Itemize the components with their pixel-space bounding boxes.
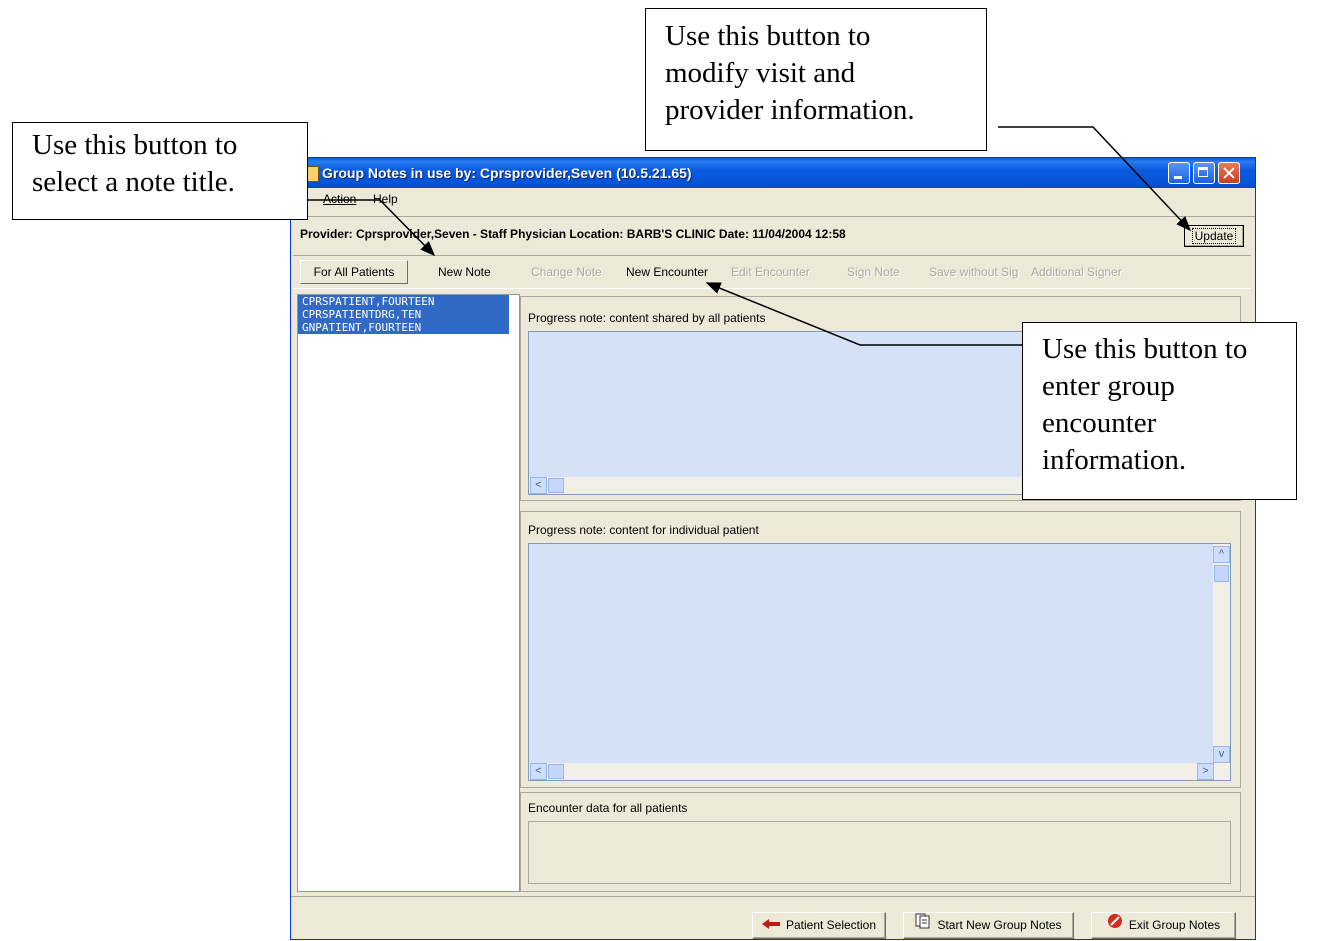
scroll-left-icon[interactable]: < [530,477,547,494]
callout-line: select a note title. [32,166,235,198]
change-note-button[interactable]: Change Note [531,265,602,279]
exit-group-notes-button[interactable]: Exit Group Notes [1091,912,1236,939]
callout-line: information. [1042,444,1187,476]
individual-note-editor[interactable]: ^ v < > [528,543,1231,781]
list-item[interactable]: CPRSPATIENTDRG,TEN [298,308,509,321]
callout-line: Use this button to [32,129,238,161]
patient-selection-button[interactable]: Patient Selection [752,912,886,939]
menu-help[interactable]: Help [373,192,398,206]
callout-line: modify visit and [665,57,856,89]
arrow-left-icon [761,913,780,938]
toolbar: For All Patients New Note Change Note Ne… [293,255,1251,289]
shared-note-label: Progress note: content shared by all pat… [528,311,766,325]
individual-note-label: Progress note: content for individual pa… [528,523,759,537]
list-item[interactable]: CPRSPATIENT,FOURTEEN [298,295,509,308]
callout-note-title: Use this button to select a note title. [12,122,308,220]
group-notes-window: Group Notes in use by: Cprsprovider,Seve… [290,157,1256,940]
callout-line: Use this button to [665,20,871,52]
start-new-group-notes-button[interactable]: Start New Group Notes [903,912,1074,939]
vertical-scrollbar[interactable]: ^ v [1213,544,1230,763]
new-encounter-button[interactable]: New Encounter [626,265,708,279]
update-button[interactable]: Update [1184,225,1244,247]
documents-icon [915,913,931,938]
minimize-button[interactable] [1168,162,1190,184]
menu-action[interactable]: Action [323,192,356,206]
patient-list[interactable]: CPRSPATIENT,FOURTEEN CPRSPATIENTDRG,TEN … [297,294,520,892]
scroll-thumb[interactable] [548,478,564,493]
encounter-label: Encounter data for all patients [528,801,688,815]
callout-line: enter group [1042,370,1175,402]
start-new-group-notes-label: Start New Group Notes [937,918,1062,932]
update-button-label: Update [1191,228,1237,244]
encounter-data-field [528,821,1231,884]
provider-info: Provider: Cprsprovider,Seven - Staff Phy… [300,227,846,241]
callout-encounter: Use this button to enter group encounter… [1022,322,1297,500]
scroll-thumb[interactable] [1214,565,1229,582]
individual-note-pane: Progress note: content for individual pa… [520,511,1241,788]
close-button[interactable] [1218,162,1240,184]
callout-line: provider information. [665,94,915,126]
exit-icon [1107,913,1123,938]
title-bar: Group Notes in use by: Cprsprovider,Seve… [291,158,1255,188]
window-title: Group Notes in use by: Cprsprovider,Seve… [322,165,692,181]
sign-note-button[interactable]: Sign Note [847,265,900,279]
scroll-down-icon[interactable]: v [1213,746,1230,763]
callout-update: Use this button to modify visit and prov… [645,8,987,151]
scroll-left-icon[interactable]: < [530,763,547,780]
scroll-right-icon[interactable]: > [1197,763,1214,780]
additional-signer-button[interactable]: Additional Signer [1031,265,1122,279]
scroll-up-icon[interactable]: ^ [1213,546,1230,563]
scroll-thumb[interactable] [548,764,564,779]
horizontal-scrollbar[interactable]: < > [529,763,1230,780]
callout-line: Use this button to [1042,333,1248,365]
provider-bar: Provider: Cprsprovider,Seven - Staff Phy… [291,216,1255,247]
save-without-sig-button[interactable]: Save without Sig [929,265,1018,279]
new-note-button[interactable]: New Note [438,265,491,279]
bottom-bar: Patient Selection Start New Group Notes … [291,896,1255,941]
menu-bar: ile Action Help [291,188,1255,208]
edit-encounter-button[interactable]: Edit Encounter [731,265,810,279]
callout-line: encounter [1042,407,1157,439]
list-item[interactable]: GNPATIENT,FOURTEEN [298,321,509,334]
tab-for-all-patients[interactable]: For All Patients [300,260,408,284]
maximize-button[interactable] [1193,162,1215,184]
exit-group-notes-label: Exit Group Notes [1128,918,1221,932]
patient-selection-label: Patient Selection [785,918,877,932]
encounter-pane: Encounter data for all patients [520,792,1241,892]
